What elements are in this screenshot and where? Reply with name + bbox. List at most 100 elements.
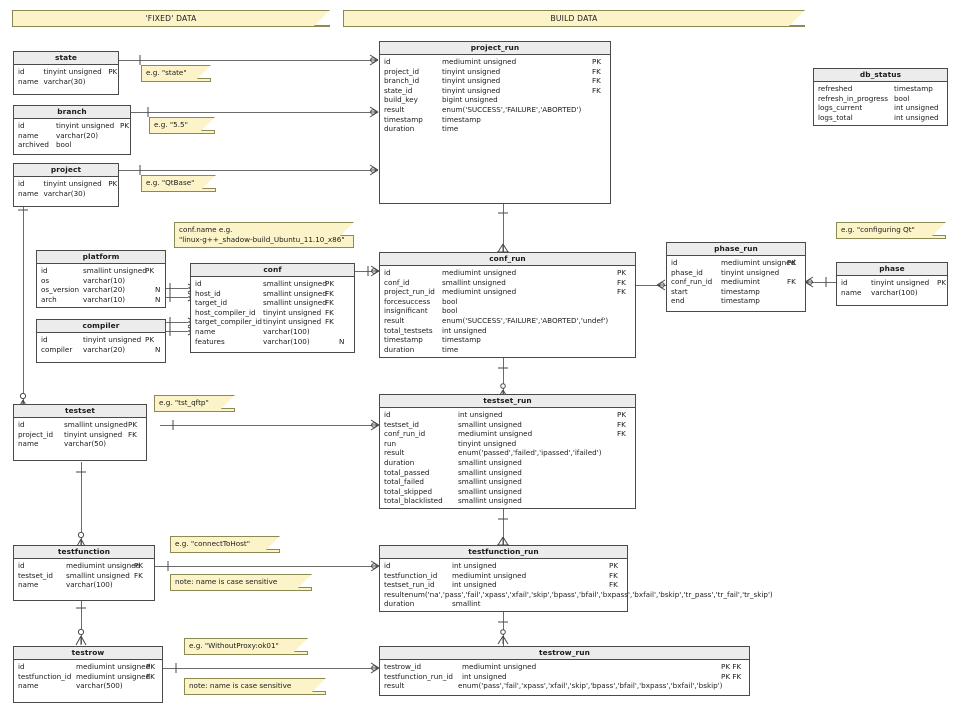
table-project-run[interactable]: project_run idmediumint unsignedPK proje… (379, 41, 611, 204)
table-row: project_idtinyint unsignedFK (14, 430, 146, 440)
table-testrow-run[interactable]: testrow_run testrow_idmediumint unsigned… (379, 646, 750, 696)
table-conf[interactable]: conf idsmallint unsignedPK host_idsmalli… (190, 263, 355, 353)
table-testfunction[interactable]: testfunction idmediumint unsignedPK test… (13, 545, 155, 601)
note-project-example-text: e.g. "QtBase" (146, 178, 194, 187)
table-project-run-title: project_run (380, 42, 610, 55)
table-compiler-columns: idtinyint unsignedPK compilervarchar(20)… (37, 333, 165, 357)
table-state-title: state (14, 52, 118, 65)
table-row: total_passedsmallint unsigned (380, 468, 635, 478)
note-state-example: e.g. "state" (141, 65, 211, 82)
note-fold-icon (201, 117, 215, 131)
table-row: build_keybigint unsigned (380, 95, 610, 105)
note-fold-icon (221, 395, 235, 409)
table-row: project_idtinyint unsignedFK (380, 67, 610, 77)
note-phase-example-text: e.g. "configuring Qt" (841, 225, 915, 234)
table-testset-columns: idsmallint unsignedPK project_idtinyint … (14, 418, 146, 452)
table-row: testrow_idmediumint unsignedPK FK (380, 662, 749, 672)
table-row: logs_totalint unsigned (814, 113, 947, 123)
table-row: idtinyint unsignedPK (14, 121, 130, 131)
table-row: total_blacklistedsmallint unsigned (380, 496, 635, 506)
table-row: idtinyint unsignedPK (14, 67, 118, 77)
table-state-columns: idtinyint unsignedPK namevarchar(30) (14, 65, 118, 89)
table-testfunction-run[interactable]: testfunction_run idint unsignedPK testfu… (379, 545, 628, 612)
table-row: idsmallint unsignedPK (191, 279, 354, 289)
note-testfunction-case-sensitive-text: note: name is case sensitive (175, 577, 277, 586)
note-testfunction-example-text: e.g. "connectToHost" (175, 539, 250, 548)
table-db-status[interactable]: db_status refreshedtimestamp refresh_in_… (813, 68, 948, 126)
table-row: testset_idsmallint unsignedFK (14, 571, 154, 581)
table-row: osvarchar(10) (37, 276, 165, 286)
table-testset-run[interactable]: testset_run idint unsignedPK testset_ids… (379, 394, 636, 509)
table-row: durationsmallint (380, 599, 627, 609)
table-conf-run[interactable]: conf_run idmediumint unsignedPK conf_ids… (379, 252, 636, 358)
banner-fixed-data-label: 'FIXED' DATA (145, 14, 196, 23)
table-row: idtinyint unsignedPK (14, 179, 118, 189)
table-state[interactable]: state idtinyint unsignedPK namevarchar(3… (13, 51, 119, 95)
table-project-run-columns: idmediumint unsignedPK project_idtinyint… (380, 55, 610, 137)
table-row: endtimestamp (667, 296, 805, 306)
note-fold-icon (312, 678, 326, 692)
banner-build-data-label: BUILD DATA (550, 14, 597, 23)
table-testrow-run-title: testrow_run (380, 647, 749, 660)
note-testrow-example-text: e.g. "WithoutProxy:ok01" (189, 641, 279, 650)
table-row: resultenum('na','pass','fail','xpass','x… (380, 590, 627, 600)
table-row: idtinyint unsignedPK (37, 335, 165, 345)
table-testset-run-title: testset_run (380, 395, 635, 408)
table-project-columns: idtinyint unsignedPK namevarchar(30) (14, 177, 118, 201)
table-row: idint unsignedPK (380, 410, 635, 420)
table-row: host_idsmallint unsignedFK (191, 289, 354, 299)
table-row: testfunction_run_idint unsignedPK FK (380, 672, 749, 682)
table-platform[interactable]: platform idsmallint unsignedPK osvarchar… (36, 250, 166, 308)
table-row: insignificantbool (380, 306, 635, 316)
table-project[interactable]: project idtinyint unsignedPK namevarchar… (13, 163, 119, 207)
table-row: durationtime (380, 345, 635, 355)
table-row: timestamptimestamp (380, 115, 610, 125)
table-testset-run-columns: idint unsignedPK testset_idsmallint unsi… (380, 408, 635, 509)
table-row: testset_idsmallint unsignedFK (380, 420, 635, 430)
table-row: resultenum('passed','failed','ipassed','… (380, 448, 635, 458)
table-platform-title: platform (37, 251, 165, 264)
table-row: idtinyint unsignedPK (837, 278, 947, 288)
table-row: state_idtinyint unsignedFK (380, 86, 610, 96)
note-testfunction-example: e.g. "connectToHost" (170, 536, 280, 553)
table-row: conf_idsmallint unsignedFK (380, 278, 635, 288)
table-row: compilervarchar(20)N (37, 345, 165, 355)
banner-build-data: BUILD DATA (343, 10, 805, 27)
table-testrow[interactable]: testrow idmediumint unsignedPK testfunct… (13, 646, 163, 703)
table-row: namevarchar(30) (14, 189, 118, 199)
note-fold-icon (314, 10, 330, 26)
table-platform-columns: idsmallint unsignedPK osvarchar(10) os_v… (37, 264, 165, 307)
table-row: runtinyint unsigned (380, 439, 635, 449)
table-testrow-title: testrow (14, 647, 162, 660)
table-phase-run-columns: idmediumint unsignedPK phase_idtinyint u… (667, 256, 805, 309)
table-row: conf_run_idmediumintFK (667, 277, 805, 287)
table-phase-run[interactable]: phase_run idmediumint unsignedPK phase_i… (666, 242, 806, 312)
table-db-status-title: db_status (814, 69, 947, 82)
table-row: namevarchar(30) (14, 77, 118, 87)
table-conf-run-title: conf_run (380, 253, 635, 266)
table-row: featuresvarchar(100)N (191, 337, 354, 347)
table-testfunction-title: testfunction (14, 546, 154, 559)
table-row: archvarchar(10)N (37, 295, 165, 305)
table-row: idmediumint unsignedPK (14, 561, 154, 571)
table-row: resultenum('pass','fail','xpass','xfail'… (380, 681, 749, 691)
table-row: idmediumint unsignedPK (380, 57, 610, 67)
note-fold-icon (298, 574, 312, 588)
table-row: idmediumint unsignedPK (380, 268, 635, 278)
table-row: target_idsmallint unsignedFK (191, 298, 354, 308)
table-branch[interactable]: branch idtinyint unsignedPK namevarchar(… (13, 105, 131, 155)
table-row: namevarchar(500) (14, 681, 162, 691)
table-phase[interactable]: phase idtinyint unsignedPK namevarchar(1… (836, 262, 948, 306)
note-fold-icon (202, 175, 216, 189)
table-row: total_failedsmallint unsigned (380, 477, 635, 487)
note-fold-icon (266, 536, 280, 550)
table-conf-run-columns: idmediumint unsignedPK conf_idsmallint u… (380, 266, 635, 357)
table-row: refresh_in_progressbool (814, 94, 947, 104)
table-row: archivedbool (14, 140, 130, 150)
note-branch-example-text: e.g. "5.5" (154, 120, 188, 129)
table-phase-columns: idtinyint unsignedPK namevarchar(100) (837, 276, 947, 300)
table-compiler[interactable]: compiler idtinyint unsignedPK compilerva… (36, 319, 166, 363)
table-testset[interactable]: testset idsmallint unsignedPK project_id… (13, 404, 147, 461)
table-row: testfunction_idmediumint unsignedFK (14, 672, 162, 682)
table-row: durationtime (380, 124, 610, 134)
